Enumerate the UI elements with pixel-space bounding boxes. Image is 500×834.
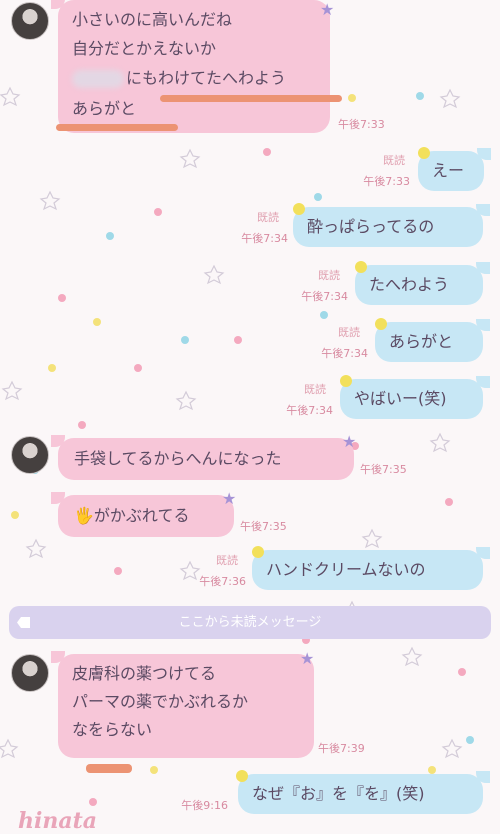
tag-icon — [17, 617, 30, 628]
message-text: がかぶれてる — [93, 506, 190, 525]
read-receipt: 既読 — [338, 326, 360, 339]
timestamp: 午後7:34 — [286, 404, 333, 417]
message-line: あらがと — [72, 99, 137, 118]
sticker-dot — [355, 261, 367, 273]
message-bubble[interactable]: ハンドクリームないの — [252, 547, 490, 590]
message-bubble[interactable]: なぜ『お』を『を』(笑) — [238, 771, 490, 814]
timestamp: 午後7:33 — [338, 118, 385, 131]
message-line: 皮膚科の薬つけてる — [72, 664, 217, 683]
message-text: なぜ『お』を『を』(笑) — [252, 784, 425, 803]
star-icon: ★ — [300, 649, 315, 668]
message-text: 手袋してるからへんになった — [74, 449, 282, 468]
avatar[interactable] — [11, 654, 49, 692]
message-bubble[interactable]: 小さいのに高いんだね 自分だとかえないか にもわけてたへわよう あらがと — [51, 0, 330, 133]
star-icon: ★ — [342, 432, 357, 451]
unread-divider-label: ここから未読メッセージ — [178, 615, 322, 630]
message-text: あらがと — [389, 332, 454, 351]
message-line: 自分だとかえないか — [72, 39, 217, 58]
message-line: パーマの薬でかぶれるか — [72, 692, 249, 711]
timestamp: 午後7:34 — [301, 290, 348, 303]
message-text: たへわよう — [369, 275, 450, 294]
message-text: 酔っぱらってるの — [307, 217, 435, 236]
timestamp: 午後7:33 — [363, 175, 410, 188]
star-icon: ★ — [222, 489, 237, 508]
timestamp: 午後7:35 — [360, 463, 407, 476]
message-bubble[interactable]: たへわよう — [355, 262, 490, 305]
unread-divider: ここから未読メッセージ — [9, 606, 491, 639]
read-receipt: 既読 — [304, 383, 326, 396]
read-receipt: 既読 — [257, 211, 279, 224]
watermark: hinata — [18, 808, 98, 834]
read-receipt: 既読 — [318, 269, 340, 282]
avatar[interactable] — [11, 436, 49, 474]
timestamp: 午後7:34 — [321, 347, 368, 360]
read-receipt: 既読 — [216, 554, 238, 567]
sticker-dot — [293, 203, 305, 215]
message-text: えー — [432, 161, 465, 180]
timestamp: 午後9:16 — [181, 799, 228, 812]
timestamp: 午後7:36 — [199, 575, 246, 588]
message-line: なをらない — [72, 720, 153, 739]
message-bubble[interactable]: 手袋してるからへんになった — [51, 435, 354, 480]
timestamp: 午後7:34 — [241, 232, 288, 245]
message-bubble[interactable]: やばいー(笑) — [340, 376, 490, 419]
star-icon: ★ — [320, 0, 335, 19]
message-text: ハンドクリームないの — [266, 560, 426, 579]
timestamp: 午後7:35 — [240, 520, 287, 533]
message-bubble[interactable]: 🖐がかぶれてる — [51, 492, 234, 537]
message-bubble[interactable]: 酔っぱらってるの — [293, 204, 490, 247]
sticker-dot — [236, 770, 248, 782]
sticker-dot — [375, 318, 387, 330]
read-receipt: 既読 — [383, 154, 405, 167]
avatar[interactable] — [11, 2, 49, 40]
timestamp: 午後7:39 — [318, 742, 365, 755]
sticker-dot — [252, 546, 264, 558]
sticker-dot — [340, 375, 352, 387]
highlight-mark — [56, 124, 178, 131]
redacted-name — [72, 70, 124, 88]
message-text: やばいー(笑) — [354, 389, 447, 408]
sticker-dot — [418, 147, 430, 159]
message-bubble[interactable]: あらがと — [375, 319, 490, 362]
highlight-mark — [86, 764, 132, 773]
hand-emoji-icon: 🖐 — [74, 506, 94, 525]
message-bubble[interactable]: 皮膚科の薬つけてる パーマの薬でかぶれるか なをらない — [51, 651, 314, 758]
highlight-mark — [160, 95, 342, 102]
message-line: 小さいのに高いんだね — [72, 10, 233, 29]
message-line: にもわけてたへわよう — [126, 68, 287, 88]
